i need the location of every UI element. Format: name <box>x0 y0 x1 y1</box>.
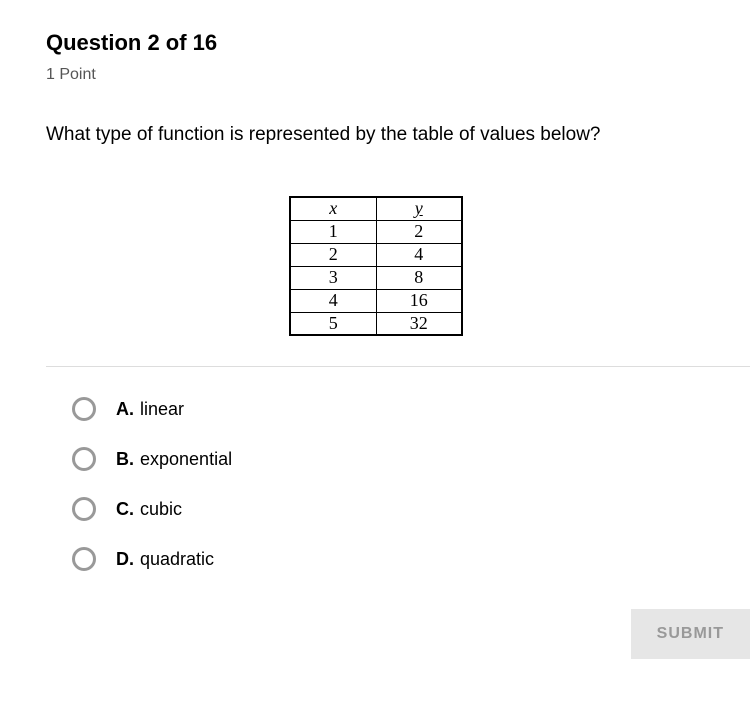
table-cell: 2 <box>376 220 462 243</box>
question-text: What type of function is represented by … <box>46 124 750 146</box>
radio-icon <box>72 547 96 571</box>
radio-icon <box>72 497 96 521</box>
values-table: x y 1 2 2 4 3 8 4 16 5 32 <box>289 196 463 336</box>
table-row: 3 8 <box>290 266 462 289</box>
radio-icon <box>72 397 96 421</box>
option-label: C. cubic <box>116 499 182 520</box>
option-c[interactable]: C. cubic <box>72 497 750 521</box>
option-letter: C. <box>116 499 134 519</box>
question-header: Question 2 of 16 <box>46 30 750 56</box>
option-letter: B. <box>116 449 134 469</box>
table-header-y: y <box>376 197 462 220</box>
table-cell: 4 <box>376 243 462 266</box>
radio-icon <box>72 447 96 471</box>
option-label: A. linear <box>116 399 184 420</box>
table-row: 5 32 <box>290 312 462 335</box>
table-cell: 1 <box>290 220 376 243</box>
option-letter: D. <box>116 549 134 569</box>
table-header-x: x <box>290 197 376 220</box>
option-label: D. quadratic <box>116 549 214 570</box>
table-container: x y 1 2 2 4 3 8 4 16 5 32 <box>46 196 706 336</box>
option-text: linear <box>140 399 184 419</box>
option-d[interactable]: D. quadratic <box>72 547 750 571</box>
option-label: B. exponential <box>116 449 232 470</box>
points-label: 1 Point <box>46 66 750 84</box>
table-cell: 4 <box>290 289 376 312</box>
options-list: A. linear B. exponential C. cubic D. quadrat… <box>72 397 750 571</box>
option-letter: A. <box>116 399 134 419</box>
table-cell: 32 <box>376 312 462 335</box>
table-row: 4 16 <box>290 289 462 312</box>
option-text: exponential <box>140 449 232 469</box>
divider <box>46 366 750 367</box>
table-row: 2 4 <box>290 243 462 266</box>
option-b[interactable]: B. exponential <box>72 447 750 471</box>
table-cell: 5 <box>290 312 376 335</box>
option-a[interactable]: A. linear <box>72 397 750 421</box>
table-row: 1 2 <box>290 220 462 243</box>
table-cell: 3 <box>290 266 376 289</box>
submit-button[interactable]: SUBMIT <box>631 609 750 659</box>
table-cell: 2 <box>290 243 376 266</box>
table-cell: 8 <box>376 266 462 289</box>
option-text: quadratic <box>140 549 214 569</box>
table-cell: 16 <box>376 289 462 312</box>
option-text: cubic <box>140 499 182 519</box>
